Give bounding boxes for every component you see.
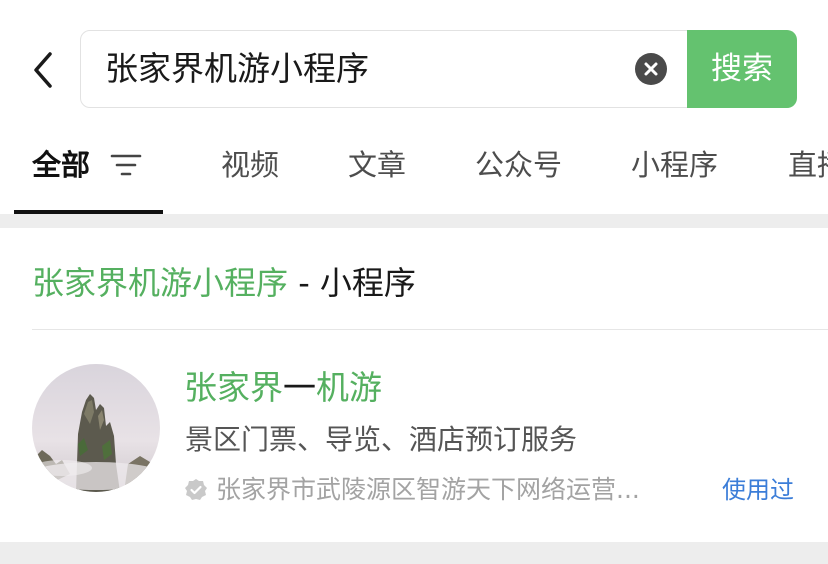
app-description: 景区门票、导览、酒店预订服务 [185, 423, 578, 456]
app-owner: 张家界市武陵源区智游天下网络运营... [216, 475, 640, 504]
tab-bar: 全部 视频 文章 公众号 小程序 直播 [0, 126, 828, 214]
mountain-landscape-image [32, 364, 160, 492]
bottom-separator [0, 542, 828, 564]
chevron-left-icon [34, 52, 52, 88]
tab-live[interactable]: 直播 [788, 144, 828, 186]
section-title-highlight: 张家界机游小程序 [32, 264, 289, 302]
tab-video[interactable]: 视频 [221, 144, 279, 186]
app-name-part: 机游 [316, 368, 382, 407]
tab-article[interactable]: 文章 [348, 144, 406, 186]
search-header: 张家界机游小程序 搜索 [0, 0, 828, 126]
verified-badge-icon [184, 478, 208, 502]
filter-lines-icon [110, 154, 142, 176]
mini-program-result[interactable]: 张家界一机游 景区门票、导览、酒店预订服务 张家界市武陵源区智游天下网络运营..… [0, 330, 828, 540]
used-before-label[interactable]: 使用过 [722, 471, 794, 509]
section-separator [0, 214, 828, 228]
app-avatar [32, 364, 160, 492]
search-input[interactable]: 张家界机游小程序 [105, 31, 625, 107]
section-title: 张家界机游小程序 - 小程序 [32, 260, 416, 306]
tab-all[interactable]: 全部 [32, 144, 90, 186]
back-button[interactable] [26, 46, 62, 94]
search-box: 张家界机游小程序 搜索 [80, 30, 797, 108]
filter-button[interactable] [110, 150, 142, 180]
app-name-separator: 一 [283, 368, 316, 407]
app-name-part: 张家界 [184, 368, 283, 407]
clear-circle-icon [644, 62, 658, 76]
search-button[interactable]: 搜索 [687, 30, 797, 108]
section-title-type: - 小程序 [288, 264, 416, 302]
tab-mini-program[interactable]: 小程序 [631, 144, 718, 186]
search-results-page: 张家界机游小程序 搜索 全部 视频 文章 公众号 小程序 直播 [0, 0, 828, 564]
tab-official-account[interactable]: 公众号 [475, 144, 562, 186]
app-name: 张家界一机游 [184, 366, 382, 410]
clear-search-button[interactable] [635, 53, 667, 85]
